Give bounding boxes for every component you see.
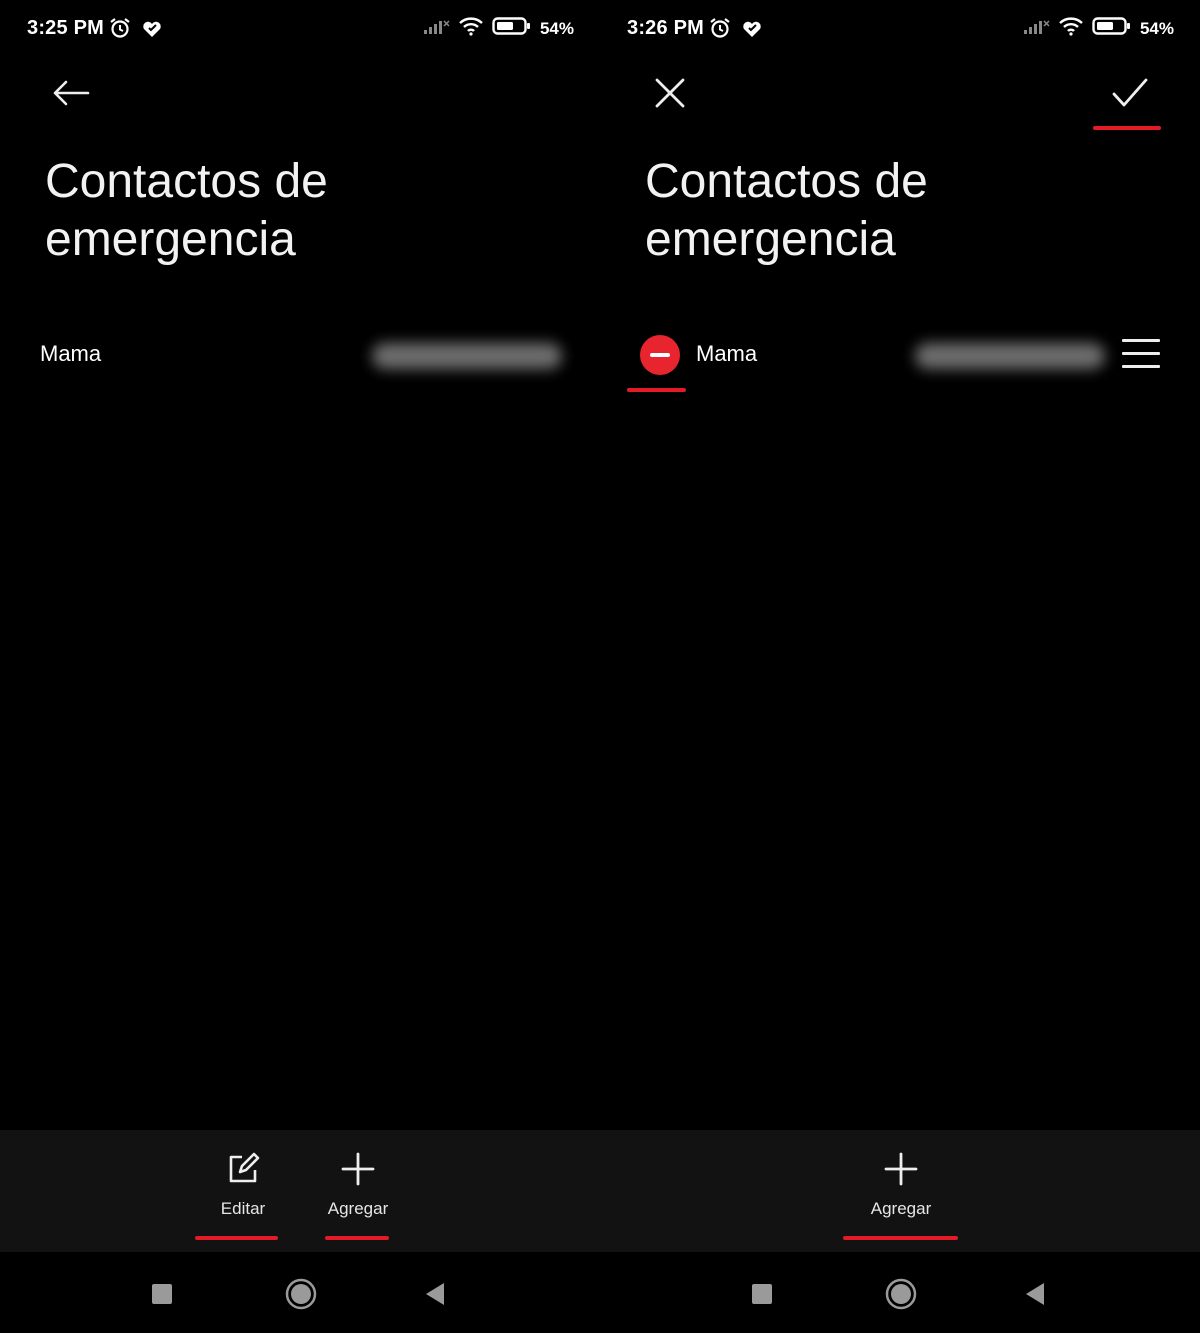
battery-percent: 54% (1139, 18, 1174, 38)
home-circle-icon[interactable] (885, 1278, 917, 1315)
close-button[interactable] (645, 70, 695, 120)
battery-icon (1092, 16, 1132, 41)
highlight-underline-edit (195, 1236, 278, 1240)
heart-check-icon (140, 16, 164, 45)
contact-row-editable: Mama (600, 325, 1200, 392)
recents-square-icon[interactable] (752, 1284, 772, 1309)
add-label: Agregar (870, 1199, 932, 1218)
plus-icon (884, 1152, 918, 1191)
back-arrow-icon (50, 78, 90, 113)
plus-icon (341, 1152, 375, 1191)
edit-button[interactable]: Editar (208, 1152, 278, 1219)
screen-edit-mode: 3:26 PM 54% Contactos de emergencia Mama… (600, 0, 1200, 1333)
page-title: Contactos de emergencia (45, 155, 328, 266)
checkmark-icon (1111, 77, 1149, 114)
close-icon (654, 77, 686, 114)
signal-icon (1022, 17, 1050, 40)
edit-label: Editar (220, 1199, 266, 1218)
battery-percent: 54% (539, 18, 574, 38)
status-right-icons: 54% (1022, 16, 1174, 41)
highlight-underline-confirm (1093, 126, 1161, 130)
add-button[interactable]: Agregar (864, 1152, 938, 1219)
add-button[interactable]: Agregar (322, 1152, 394, 1219)
screens-container: 3:25 PM 54% Contactos de emergencia Mama… (0, 0, 1200, 1333)
back-triangle-icon[interactable] (425, 1282, 445, 1311)
alarm-icon (708, 16, 732, 45)
back-triangle-icon[interactable] (1025, 1282, 1045, 1311)
bottom-action-bar: Editar Agregar (0, 1130, 600, 1252)
system-nav-bar (0, 1252, 600, 1333)
screen-view-mode: 3:25 PM 54% Contactos de emergencia Mama… (0, 0, 600, 1333)
status-left-icons (108, 16, 164, 45)
status-time: 3:25 PM (27, 17, 104, 39)
wifi-icon (458, 16, 484, 41)
highlight-underline-add (843, 1236, 958, 1240)
battery-icon (492, 16, 532, 41)
heart-check-icon (740, 16, 764, 45)
status-time: 3:26 PM (627, 17, 704, 39)
highlight-underline-remove (627, 388, 686, 392)
blurred-phone-number (915, 343, 1105, 369)
back-button[interactable] (45, 70, 95, 120)
highlight-underline-add (325, 1236, 389, 1240)
bottom-action-bar: Agregar (600, 1130, 1200, 1252)
edit-icon (226, 1152, 260, 1191)
remove-contact-button[interactable] (640, 335, 680, 375)
recents-square-icon[interactable] (152, 1284, 172, 1309)
add-label: Agregar (327, 1199, 389, 1218)
status-right-icons: 54% (422, 16, 574, 41)
contact-name: Mama (40, 341, 102, 366)
signal-icon (422, 17, 450, 40)
wifi-icon (1058, 16, 1084, 41)
system-nav-bar (600, 1252, 1200, 1333)
home-circle-icon[interactable] (285, 1278, 317, 1315)
contact-row[interactable]: Mama (0, 325, 600, 385)
confirm-button[interactable] (1105, 70, 1155, 120)
alarm-icon (108, 16, 132, 45)
status-left-icons (708, 16, 764, 45)
blurred-phone-number (372, 343, 562, 369)
drag-handle-icon[interactable] (1122, 339, 1160, 371)
contact-name: Mama (696, 341, 758, 366)
page-title: Contactos de emergencia (645, 155, 928, 266)
